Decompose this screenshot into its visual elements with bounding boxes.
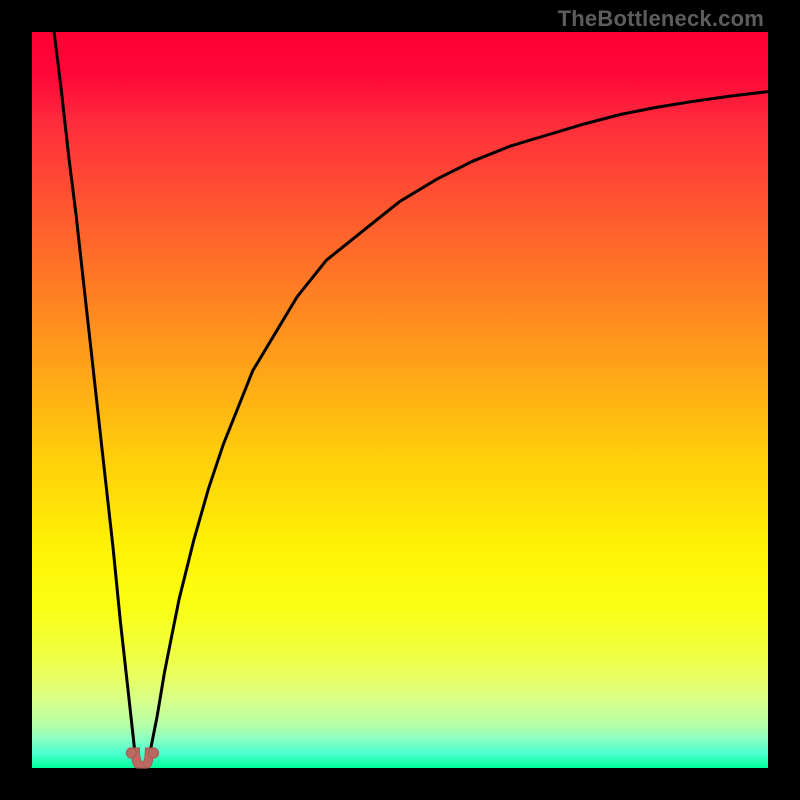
- min-marker-dots: [126, 748, 158, 758]
- chart-frame: TheBottleneck.com: [0, 0, 800, 800]
- min-marker: [32, 32, 768, 768]
- watermark-text: TheBottleneck.com: [558, 6, 764, 32]
